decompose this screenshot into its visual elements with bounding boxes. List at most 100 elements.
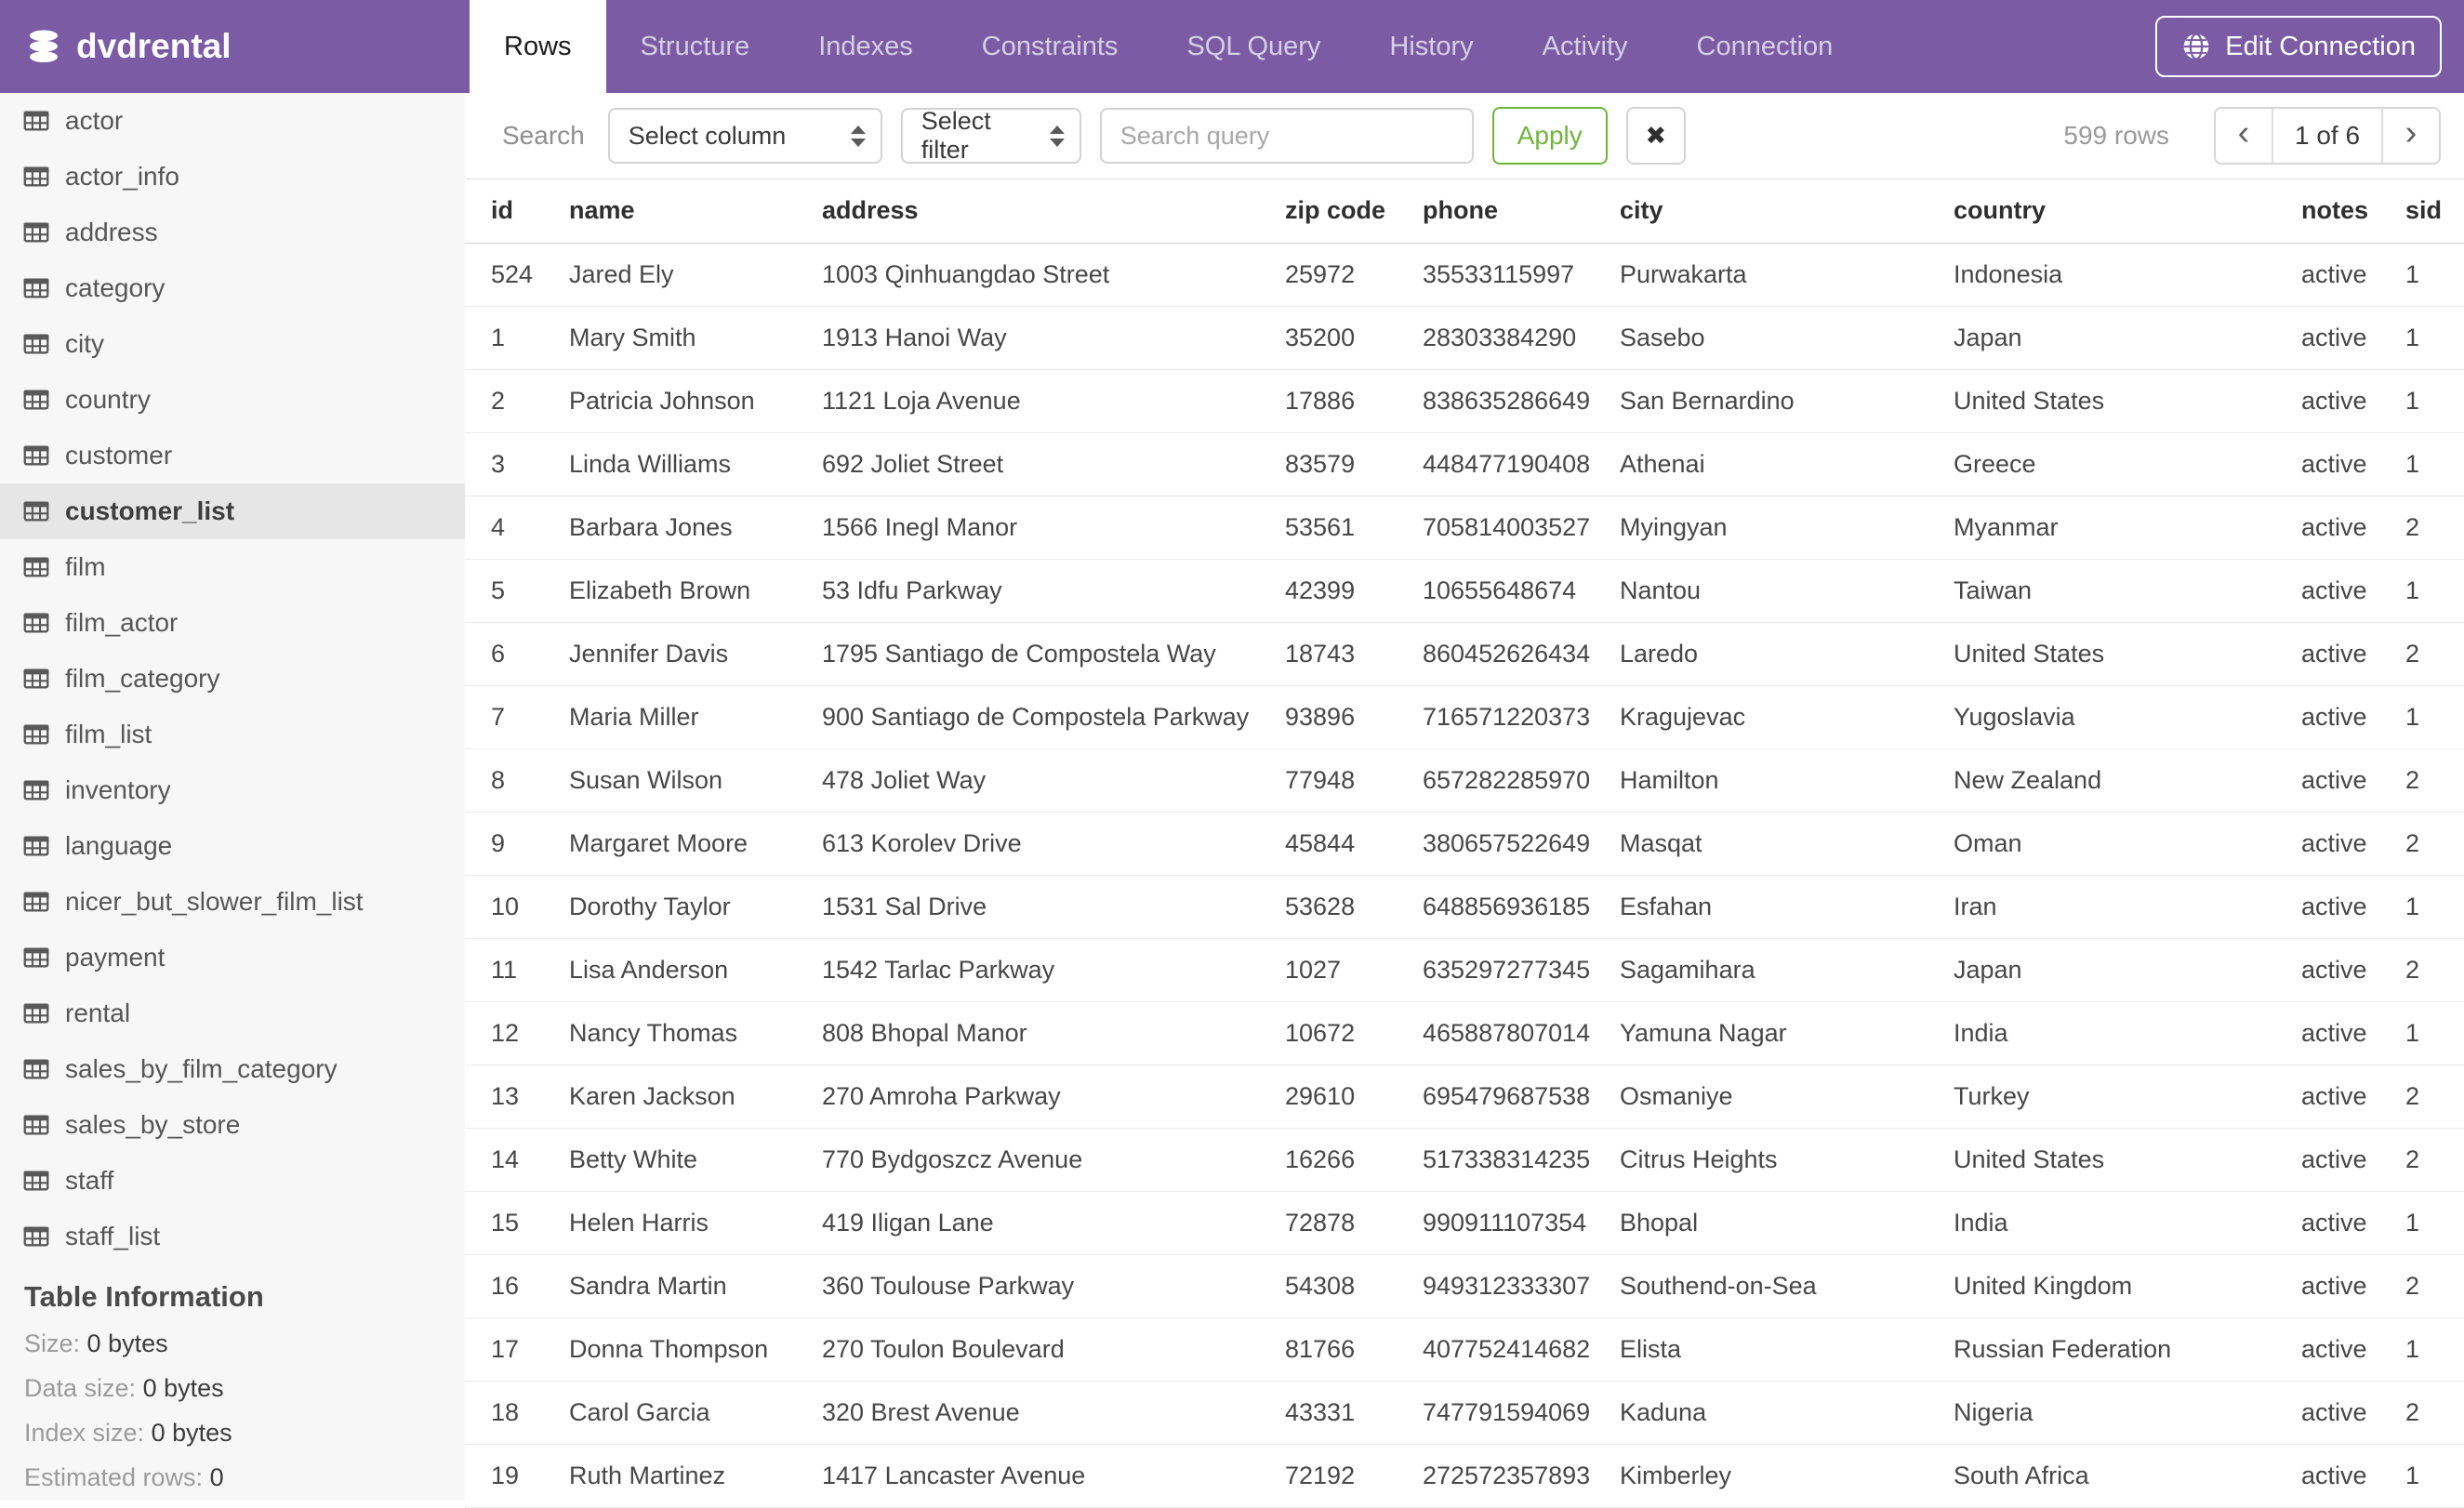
- cell-city[interactable]: Bhopal: [1594, 1191, 1927, 1255]
- cell-sid[interactable]: 1: [2379, 1317, 2464, 1382]
- cell-zip-code[interactable]: 77948: [1259, 748, 1397, 813]
- cell-id[interactable]: 2: [465, 369, 543, 433]
- tab-rows[interactable]: Rows: [470, 0, 606, 93]
- cell-name[interactable]: Helen Harris: [543, 1191, 796, 1255]
- cell-notes[interactable]: active: [2275, 748, 2379, 813]
- cell-name[interactable]: Jared Ely: [543, 243, 796, 307]
- sidebar-item-category[interactable]: category: [0, 260, 465, 316]
- cell-address[interactable]: 1795 Santiago de Compostela Way: [796, 622, 1259, 686]
- cell-zip-code[interactable]: 16266: [1259, 1128, 1397, 1192]
- sidebar-item-actor[interactable]: actor: [0, 93, 465, 149]
- cell-country[interactable]: New Zealand: [1927, 748, 2275, 813]
- cell-sid[interactable]: 2: [2379, 1254, 2464, 1318]
- cell-id[interactable]: 17: [465, 1317, 543, 1382]
- next-page-button[interactable]: ›: [2383, 109, 2439, 163]
- column-header-notes[interactable]: notes: [2275, 179, 2379, 244]
- cell-name[interactable]: Nancy Thomas: [543, 1001, 796, 1065]
- cell-zip-code[interactable]: 72878: [1259, 1191, 1397, 1255]
- cell-phone[interactable]: 657282285970: [1397, 748, 1594, 813]
- cell-zip-code[interactable]: 53561: [1259, 496, 1397, 560]
- cell-id[interactable]: 14: [465, 1128, 543, 1192]
- cell-country[interactable]: Oman: [1927, 812, 2275, 876]
- cell-id[interactable]: 6: [465, 622, 543, 686]
- cell-phone[interactable]: 648856936185: [1397, 875, 1594, 939]
- cell-zip-code[interactable]: 83579: [1259, 432, 1397, 496]
- cell-city[interactable]: Myingyan: [1594, 496, 1927, 560]
- cell-notes[interactable]: active: [2275, 1444, 2379, 1508]
- cell-id[interactable]: 9: [465, 812, 543, 876]
- cell-country[interactable]: Japan: [1927, 306, 2275, 370]
- cell-id[interactable]: 19: [465, 1444, 543, 1508]
- table-row[interactable]: 7 Maria Miller 900 Santiago de Compostela …: [465, 685, 2464, 749]
- sidebar-item-staff[interactable]: staff: [0, 1153, 465, 1209]
- cell-country[interactable]: Russian Federation: [1927, 1317, 2275, 1382]
- cell-sid[interactable]: 1: [2379, 306, 2464, 370]
- table-row[interactable]: 10 Dorothy Taylor 1531 Sal Drive 53628 64885…: [465, 875, 2464, 939]
- filter-select[interactable]: Select filter: [900, 107, 1081, 164]
- cell-country[interactable]: Taiwan: [1927, 559, 2275, 623]
- cell-address[interactable]: 1913 Hanoi Way: [796, 306, 1259, 370]
- sidebar-item-film-category[interactable]: film_category: [0, 651, 465, 707]
- cell-city[interactable]: Purwakarta: [1594, 243, 1927, 307]
- cell-id[interactable]: 4: [465, 496, 543, 560]
- cell-notes[interactable]: active: [2275, 306, 2379, 370]
- cell-city[interactable]: Kimberley: [1594, 1444, 1927, 1508]
- cell-city[interactable]: Kragujevac: [1594, 685, 1927, 749]
- sidebar-item-language[interactable]: language: [0, 818, 465, 874]
- cell-id[interactable]: 16: [465, 1254, 543, 1318]
- cell-name[interactable]: Dorothy Taylor: [543, 875, 796, 939]
- cell-id[interactable]: 3: [465, 432, 543, 496]
- cell-phone[interactable]: 705814003527: [1397, 496, 1594, 560]
- cell-name[interactable]: Susan Wilson: [543, 748, 796, 813]
- cell-name[interactable]: Karen Jackson: [543, 1065, 796, 1129]
- cell-zip-code[interactable]: 29610: [1259, 1065, 1397, 1129]
- cell-country[interactable]: United States: [1927, 369, 2275, 433]
- cell-notes[interactable]: active: [2275, 559, 2379, 623]
- cell-country[interactable]: Indonesia: [1927, 243, 2275, 307]
- cell-id[interactable]: 7: [465, 685, 543, 749]
- cell-city[interactable]: Hamilton: [1594, 748, 1927, 813]
- cell-phone[interactable]: 380657522649: [1397, 812, 1594, 876]
- sidebar-item-rental[interactable]: rental: [0, 985, 465, 1041]
- sidebar-item-staff-list[interactable]: staff_list: [0, 1209, 465, 1264]
- cell-phone[interactable]: 10655648674: [1397, 559, 1594, 623]
- cell-city[interactable]: Laredo: [1594, 622, 1927, 686]
- cell-address[interactable]: 900 Santiago de Compostela Parkway: [796, 685, 1259, 749]
- cell-phone[interactable]: 695479687538: [1397, 1065, 1594, 1129]
- cell-sid[interactable]: 1: [2379, 432, 2464, 496]
- cell-sid[interactable]: 1: [2379, 1001, 2464, 1065]
- cell-phone[interactable]: 747791594069: [1397, 1381, 1594, 1445]
- tab-history[interactable]: History: [1355, 0, 1507, 93]
- cell-sid[interactable]: 1: [2379, 1444, 2464, 1508]
- column-header-city[interactable]: city: [1594, 179, 1927, 244]
- cell-city[interactable]: Sasebo: [1594, 306, 1927, 370]
- cell-notes[interactable]: active: [2275, 1381, 2379, 1445]
- column-header-sid[interactable]: sid: [2379, 179, 2464, 244]
- sidebar-item-film-list[interactable]: film_list: [0, 707, 465, 762]
- cell-id[interactable]: 18: [465, 1381, 543, 1445]
- cell-name[interactable]: Carol Garcia: [543, 1381, 796, 1445]
- tab-structure[interactable]: Structure: [606, 0, 785, 93]
- cell-notes[interactable]: active: [2275, 243, 2379, 307]
- apply-button[interactable]: Apply: [1491, 107, 1608, 165]
- cell-sid[interactable]: 1: [2379, 685, 2464, 749]
- cell-sid[interactable]: 2: [2379, 622, 2464, 686]
- cell-country[interactable]: Nigeria: [1927, 1381, 2275, 1445]
- cell-city[interactable]: Osmaniye: [1594, 1065, 1927, 1129]
- sidebar-item-sales-by-store[interactable]: sales_by_store: [0, 1097, 465, 1153]
- cell-id[interactable]: 1: [465, 306, 543, 370]
- sidebar-item-nicer-but-slower-film-list[interactable]: nicer_but_slower_film_list: [0, 874, 465, 930]
- cell-zip-code[interactable]: 72192: [1259, 1444, 1397, 1508]
- cell-notes[interactable]: active: [2275, 812, 2379, 876]
- column-select[interactable]: Select column: [607, 108, 882, 164]
- cell-name[interactable]: Patricia Johnson: [543, 369, 796, 433]
- cell-id[interactable]: 524: [465, 243, 543, 307]
- cell-name[interactable]: Donna Thompson: [543, 1317, 796, 1382]
- cell-address[interactable]: 320 Brest Avenue: [796, 1381, 1259, 1445]
- cell-address[interactable]: 53 Idfu Parkway: [796, 559, 1259, 623]
- cell-name[interactable]: Margaret Moore: [543, 812, 796, 876]
- cell-zip-code[interactable]: 43331: [1259, 1381, 1397, 1445]
- sidebar-item-film[interactable]: film: [0, 539, 465, 595]
- clear-filter-button[interactable]: ✖: [1625, 107, 1686, 165]
- cell-country[interactable]: South Africa: [1927, 1444, 2275, 1508]
